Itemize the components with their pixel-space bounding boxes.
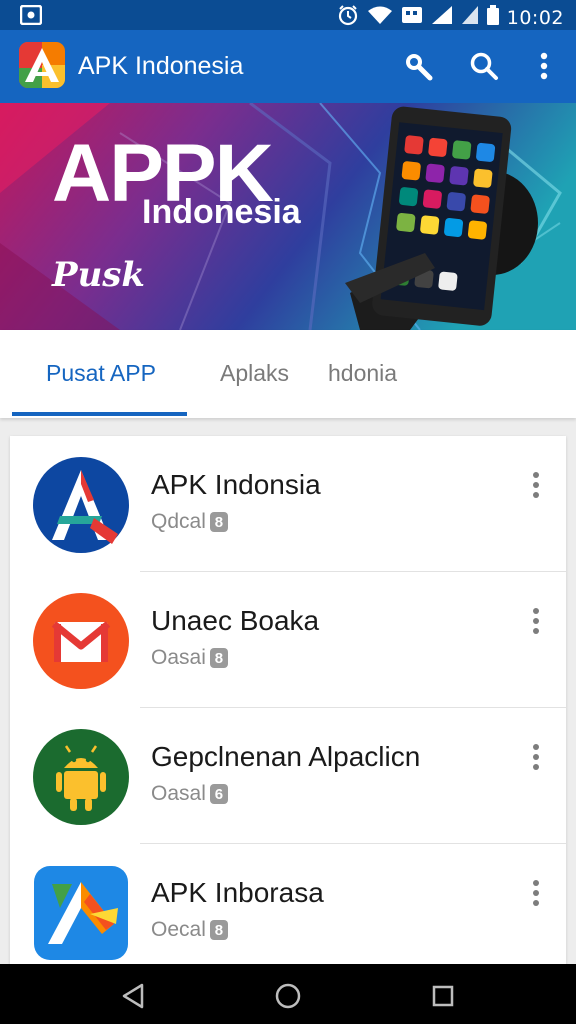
app-subtitle: Oecal 8 [151,918,228,942]
tab-aplaks[interactable]: Aplaks [220,360,289,387]
app-logo-icon [19,42,65,88]
sim-icon [401,5,423,30]
battery-icon [486,5,499,30]
app-subtitle: Qdcal 8 [151,510,228,534]
signal-icon [461,5,479,30]
more-vert-icon[interactable] [528,744,544,774]
status-bar: 10:02 [0,0,576,30]
navigation-bar [0,964,576,1024]
tab-bar: Pusat APP Aplaks hdonia [0,330,576,418]
app-badge: 8 [209,920,228,940]
app-title: APK Inborasa [151,877,324,908]
back-icon[interactable] [118,981,148,1011]
list-item[interactable]: APK Inborasa Oecal 8 [10,844,566,966]
more-vert-icon[interactable] [528,880,544,910]
list-item[interactable]: Unaec Boaka Oasai 8 [10,572,566,708]
android-app-icon [32,728,130,826]
search-icon[interactable] [466,48,502,84]
status-time: 10:02 [506,6,564,29]
app-badge: 8 [209,512,228,532]
apk-inborasa-icon [32,864,130,962]
mail-app-icon [32,592,130,690]
tab-indicator [12,412,187,416]
key-search-icon[interactable] [400,48,436,84]
app-title: Gepclnenan Alpaclicn [151,741,421,772]
app-title: APK Indonsia [151,469,321,500]
home-icon[interactable] [273,981,303,1011]
app-developer: Oasai [151,646,206,669]
wifi-icon [367,5,393,30]
app-subtitle: Oasai 8 [151,646,228,670]
more-vert-icon[interactable] [528,472,544,502]
banner-subtitle: Indonesia [142,193,301,231]
app-bar: APK Indonesia [0,30,576,103]
more-vert-icon[interactable] [528,608,544,638]
alarm-icon [337,4,359,31]
app-badge: 6 [209,784,228,804]
app-title: Unaec Boaka [151,605,320,636]
apk-indonesia-icon [32,456,130,554]
tab-hdonia[interactable]: hdonia [328,360,397,387]
tab-pusat-app[interactable]: Pusat APP [46,360,156,387]
signal-icon [431,5,453,30]
app-list: APK Indonsia Qdcal 8 Unaec Boaka Oasai 8 [10,436,566,966]
banner-tagline: Pusk [52,255,145,295]
promo-banner[interactable]: APPK Indonesia Pusk [0,103,576,330]
app-subtitle: Oasal 6 [151,782,228,806]
app-badge: 8 [209,648,228,668]
list-item[interactable]: Gepclnenan Alpaclicn Oasal 6 [10,708,566,844]
app-title: APK Indonesia [78,52,244,80]
more-vert-icon[interactable] [526,48,562,84]
screenshot-icon [19,4,43,30]
list-item[interactable]: APK Indonsia Qdcal 8 [10,436,566,572]
app-developer: Oasal [151,782,206,805]
recents-icon[interactable] [428,981,458,1011]
app-developer: Oecal [151,918,206,941]
app-developer: Qdcal [151,510,206,533]
